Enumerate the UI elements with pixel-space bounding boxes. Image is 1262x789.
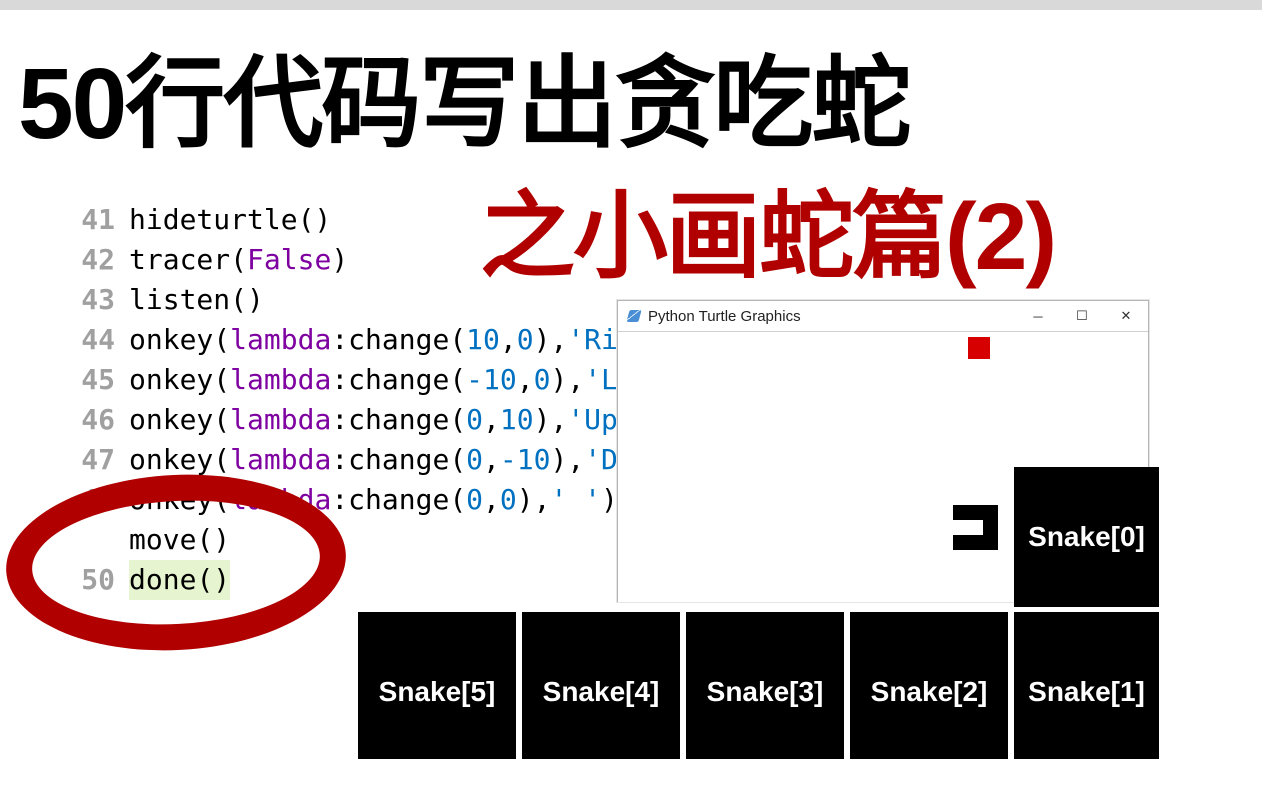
snake-food xyxy=(968,337,990,359)
minimize-button[interactable]: ─ xyxy=(1016,301,1060,331)
maximize-button[interactable]: ☐ xyxy=(1060,301,1104,331)
code-line: 46onkey(lambda:change(0,10),'Up') xyxy=(60,400,685,440)
line-number: 42 xyxy=(60,240,129,280)
line-number: 45 xyxy=(60,360,129,400)
code-text: hideturtle() xyxy=(129,200,331,240)
bottom-strip xyxy=(0,759,1262,779)
snake-index-box: Snake[1] xyxy=(1014,612,1159,771)
snake-index-box: Snake[3] xyxy=(686,612,844,771)
snake-index-box: Snake[0] xyxy=(1014,467,1159,607)
code-line: 47onkey(lambda:change(0,-10),'Down' xyxy=(60,440,685,480)
code-line: 44onkey(lambda:change(10,0),'Right' xyxy=(60,320,685,360)
snake-body-v xyxy=(983,505,998,535)
line-number: 44 xyxy=(60,320,129,360)
thumbnail-stage: 50行代码写出贪吃蛇 之小画蛇篇(2) 41hideturtle()42trac… xyxy=(0,0,1262,789)
code-line: 45onkey(lambda:change(-10,0),'Left' xyxy=(60,360,685,400)
python-icon xyxy=(626,310,641,322)
snake-index-box: Snake[2] xyxy=(850,612,1008,771)
line-number: 41 xyxy=(60,200,129,240)
line-number: 46 xyxy=(60,400,129,440)
close-button[interactable]: ✕ xyxy=(1104,301,1148,331)
code-line: 42tracer(False) xyxy=(60,240,685,280)
code-text: onkey(lambda:change(-10,0),'Left' xyxy=(129,360,685,400)
code-text: onkey(lambda:change(0,10),'Up') xyxy=(129,400,652,440)
line-number: 47 xyxy=(60,440,129,480)
title-main: 50行代码写出贪吃蛇 xyxy=(18,22,909,167)
code-line: 43listen() xyxy=(60,280,685,320)
code-text: listen() xyxy=(129,280,264,320)
snake-body-h xyxy=(953,535,998,550)
turtle-title: Python Turtle Graphics xyxy=(648,308,801,325)
code-text: tracer(False) xyxy=(129,240,348,280)
code-text: onkey(lambda:change(0,-10),'Down' xyxy=(129,440,685,480)
code-line: 41hideturtle() xyxy=(60,200,685,240)
snake-index-box: Snake[4] xyxy=(522,612,680,771)
snake-index-box: Snake[5] xyxy=(358,612,516,771)
line-number: 43 xyxy=(60,280,129,320)
code-text: onkey(lambda:change(10,0),'Right' xyxy=(129,320,685,360)
turtle-titlebar[interactable]: Python Turtle Graphics ─ ☐ ✕ xyxy=(618,301,1148,332)
